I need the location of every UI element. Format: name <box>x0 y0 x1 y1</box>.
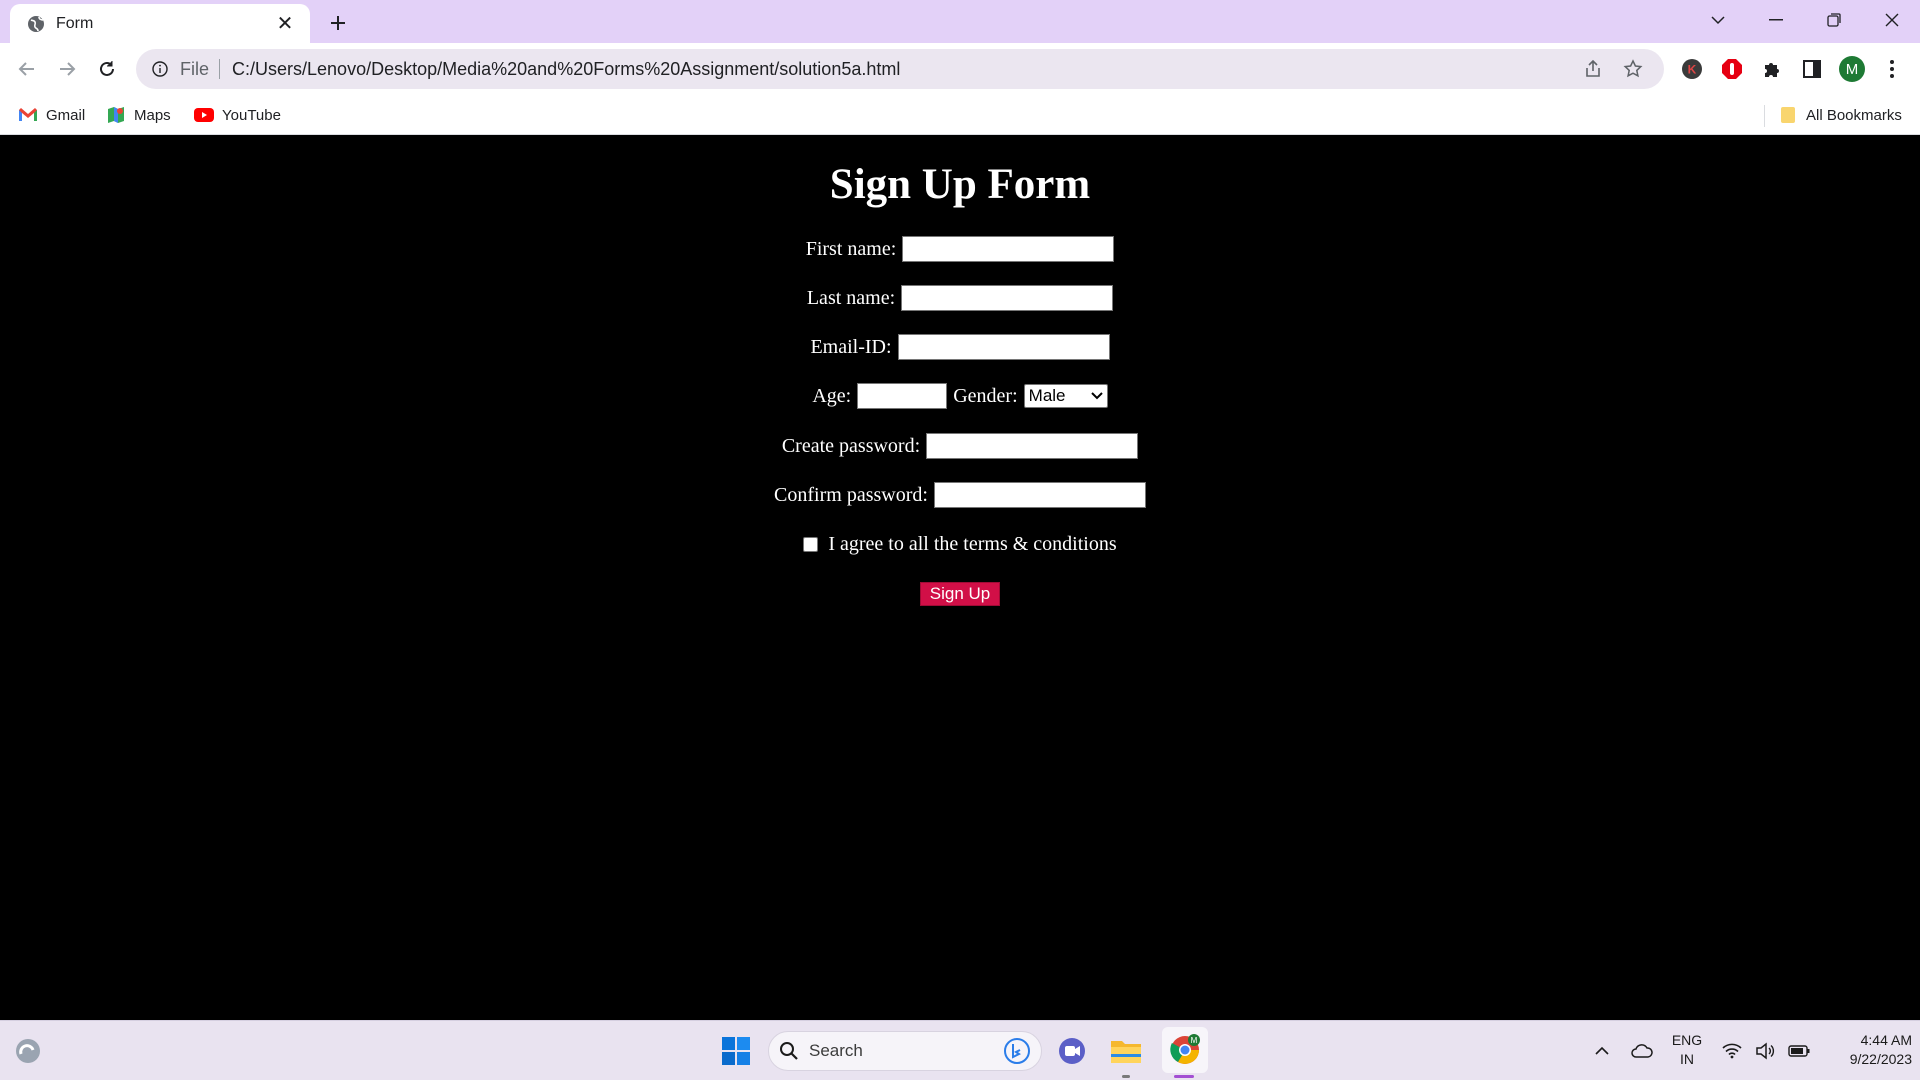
adblock-extension-icon[interactable] <box>1716 53 1748 85</box>
windows-taskbar: Search M ENG IN 4:44 AM 9/22/2023 <box>0 1020 1920 1080</box>
all-bookmarks-label: All Bookmarks <box>1806 106 1902 124</box>
tab-strip: Form ✕ <box>0 0 1920 43</box>
bookmark-maps[interactable]: Maps <box>106 103 171 127</box>
create-password-input[interactable] <box>926 433 1139 459</box>
age-input[interactable] <box>857 383 948 409</box>
onedrive-cloud-icon[interactable] <box>1622 1031 1662 1071</box>
minimize-button[interactable] <box>1748 0 1804 40</box>
submit-row: Sign Up <box>0 582 1920 606</box>
language-indicator[interactable]: ENG IN <box>1664 1031 1710 1069</box>
new-tab-button[interactable] <box>322 7 354 39</box>
age-gender-row: Age: Gender: Male <box>0 383 1920 409</box>
explorer-running-indicator <box>1122 1075 1130 1078</box>
share-icon[interactable] <box>1576 52 1610 86</box>
extensions-puzzle-icon[interactable] <box>1756 53 1788 85</box>
arrow-left-icon <box>18 62 34 76</box>
bookmark-label: Gmail <box>46 106 86 124</box>
folder-icon <box>1778 105 1798 125</box>
reload-icon <box>100 61 114 76</box>
confirm-password-input[interactable] <box>933 482 1146 508</box>
email-row: Email-ID: <box>0 334 1920 360</box>
first-name-row: First name: <box>0 236 1920 262</box>
widgets-weather-icon[interactable] <box>8 1031 48 1071</box>
file-explorer-icon[interactable] <box>1106 1031 1146 1071</box>
create-password-row: Create password: <box>0 433 1920 459</box>
gender-select[interactable]: Male <box>1023 384 1108 408</box>
tab-form[interactable]: Form ✕ <box>10 4 310 43</box>
windows-start-icon[interactable] <box>716 1031 756 1071</box>
taskbar-search[interactable]: Search <box>768 1031 1042 1071</box>
forward-button[interactable] <box>49 51 85 87</box>
email-input[interactable] <box>897 334 1110 360</box>
taskbar-clock[interactable]: 4:44 AM 9/22/2023 <box>1820 1031 1912 1069</box>
close-icon[interactable]: ✕ <box>272 11 298 37</box>
gmail-icon <box>18 105 38 125</box>
age-label: Age: <box>812 384 852 407</box>
last-name-row: Last name: <box>0 285 1920 311</box>
chevron-down-icon <box>1090 392 1103 400</box>
region-code: IN <box>1680 1051 1694 1067</box>
kaspersky-extension-icon[interactable]: K <box>1676 53 1708 85</box>
star-icon[interactable] <box>1616 52 1650 86</box>
close-window-button[interactable] <box>1864 0 1920 40</box>
page-title: Sign Up Form <box>829 161 1091 208</box>
back-button[interactable] <box>9 51 45 87</box>
svg-text:K: K <box>1688 63 1697 77</box>
system-tray-cluster[interactable] <box>1716 1031 1816 1071</box>
first-name-label: First name: <box>805 237 897 260</box>
confirm-password-label: Confirm password: <box>774 483 928 506</box>
language-code: ENG <box>1671 1032 1703 1048</box>
scheme-label: File <box>180 59 221 79</box>
bookmarks-bar: Gmail Maps YouTube All Bookmarks <box>0 95 1920 135</box>
all-bookmarks-button[interactable]: All Bookmarks <box>1778 103 1902 127</box>
create-password-label: Create password: <box>781 434 921 457</box>
search-placeholder: Search <box>809 1041 863 1060</box>
browser-toolbar: File C:/Users/Lenovo/Desktop/Media%20and… <box>0 43 1920 95</box>
restore-button[interactable] <box>1806 0 1862 40</box>
bookmarks-divider <box>1764 105 1765 127</box>
wifi-icon <box>1722 1043 1742 1059</box>
youtube-icon <box>194 105 214 125</box>
clock-date: 9/22/2023 <box>1849 1051 1912 1067</box>
sign-up-button[interactable]: Sign Up <box>919 582 1001 606</box>
chrome-active-indicator <box>1174 1075 1194 1078</box>
page-viewport: Sign Up Form First name: Last name: Emai… <box>0 136 1920 1020</box>
terms-label: I agree to all the terms & conditions <box>828 533 1117 555</box>
bookmark-youtube[interactable]: YouTube <box>194 103 281 127</box>
chevron-up-icon[interactable] <box>1582 1031 1622 1071</box>
bing-icon <box>1004 1038 1030 1064</box>
profile-initial: M <box>1845 60 1859 78</box>
last-name-input[interactable] <box>901 285 1114 311</box>
gender-label: Gender: <box>953 384 1018 407</box>
globe-icon <box>26 14 46 34</box>
email-label: Email-ID: <box>810 335 892 358</box>
teams-chat-icon[interactable] <box>1052 1031 1092 1071</box>
arrow-right-icon <box>60 62 76 76</box>
maps-icon <box>106 105 126 125</box>
reload-button[interactable] <box>89 51 125 87</box>
side-panel-icon[interactable] <box>1796 53 1828 85</box>
svg-text:M: M <box>1191 1036 1198 1045</box>
url-text[interactable]: C:/Users/Lenovo/Desktop/Media%20and%20Fo… <box>232 59 1570 80</box>
volume-icon <box>1756 1042 1775 1060</box>
chrome-taskbar-icon[interactable]: M <box>1162 1027 1208 1073</box>
bookmark-label: Maps <box>134 106 171 124</box>
bookmark-gmail[interactable]: Gmail <box>18 103 85 127</box>
bookmark-label: YouTube <box>222 106 281 124</box>
first-name-input[interactable] <box>902 236 1115 262</box>
menu-kebab-icon[interactable] <box>1876 53 1908 85</box>
profile-avatar[interactable]: M <box>1836 53 1868 85</box>
tab-search-chevron-icon[interactable] <box>1690 0 1746 40</box>
search-icon <box>780 1042 798 1060</box>
terms-row: I agree to all the terms & conditions <box>0 533 1920 556</box>
clock-time: 4:44 AM <box>1860 1032 1912 1048</box>
confirm-password-row: Confirm password: <box>0 482 1920 508</box>
gender-selected-value: Male <box>1028 386 1066 405</box>
terms-checkbox[interactable] <box>803 537 819 552</box>
last-name-label: Last name: <box>806 286 896 309</box>
info-icon[interactable] <box>150 59 170 79</box>
address-bar[interactable]: File C:/Users/Lenovo/Desktop/Media%20and… <box>136 49 1664 89</box>
battery-icon <box>1787 1045 1810 1057</box>
tab-title: Form <box>56 14 94 32</box>
